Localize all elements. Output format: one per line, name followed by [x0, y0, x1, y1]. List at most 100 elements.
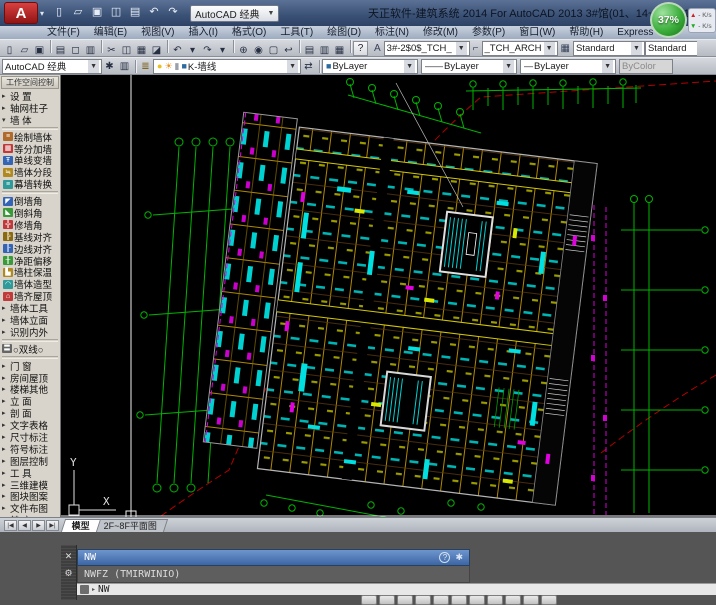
drawing-canvas[interactable]: Y X: [61, 75, 716, 517]
sidebar-item[interactable]: 〓 〓 ○双线○: [0, 343, 60, 355]
toolbar-button[interactable]: ▱: [17, 43, 32, 58]
quick-access-button[interactable]: ▤: [126, 4, 144, 22]
layer-combo[interactable]: ● ☀ ▮ ■ K-墙线 ▼: [153, 59, 301, 74]
menu-item[interactable]: 标注(N): [368, 26, 416, 39]
color-combo[interactable]: ■ ByLayer ▼: [322, 59, 418, 74]
screen-menu-caption: 工作空间控制: [1, 76, 59, 89]
lineweight-combo[interactable]: — ByLayer ▼: [520, 59, 616, 74]
sidebar-item[interactable]: ▸ ▸ 识别内外: [0, 326, 60, 338]
tab-nav-button[interactable]: ◀: [18, 520, 31, 531]
toolbar-button[interactable]: ▾: [185, 43, 200, 58]
chevron-down-icon: ▼: [456, 42, 467, 55]
status-toggle-button[interactable]: [487, 595, 503, 605]
tab-nav-button[interactable]: ▶|: [46, 520, 59, 531]
customize-icon[interactable]: ⚙: [61, 568, 76, 579]
toolbar-button[interactable]: ▥: [317, 43, 332, 58]
menu-item[interactable]: 文件(F): [40, 26, 87, 39]
logo-caret-icon[interactable]: ▾: [40, 9, 44, 18]
toolbar-button[interactable]: ↶: [170, 43, 185, 58]
status-toggle-button[interactable]: [433, 595, 449, 605]
toolbar-button[interactable]: ↩: [281, 43, 296, 58]
status-toggle-button[interactable]: [415, 595, 431, 605]
mleader-style-combo[interactable]: Standard: [645, 41, 697, 56]
quick-access-button[interactable]: ◫: [107, 4, 125, 22]
tab-nav-button[interactable]: ▶: [32, 520, 45, 531]
toolbar-button[interactable]: ✂: [104, 43, 119, 58]
toolbar-button[interactable]: ▤: [53, 43, 68, 58]
toolbar-button[interactable]: ▣: [32, 43, 47, 58]
toolbar-button[interactable]: ⊕: [236, 43, 251, 58]
layout-tab[interactable]: 模型: [61, 519, 101, 532]
toolbar-button[interactable]: ◻: [68, 43, 83, 58]
autocomplete-selected-row[interactable]: NW ? ✱: [77, 549, 470, 566]
command-input-value[interactable]: NW: [98, 584, 109, 595]
menu-item[interactable]: 工具(T): [273, 26, 320, 39]
table-style-combo[interactable]: Standard ▼: [573, 41, 645, 56]
menu-item[interactable]: 视图(V): [134, 26, 181, 39]
menu-item[interactable]: 格式(O): [225, 26, 273, 39]
dim-style-combo[interactable]: _TCH_ARCH ▼: [482, 41, 558, 56]
quick-access-button[interactable]: ▣: [88, 4, 106, 22]
settings-gear-icon[interactable]: ✱: [455, 552, 463, 563]
speed-ball-widget[interactable]: ▲ - K/s ▼ - K/s 37%: [648, 1, 716, 39]
layer-sync-button[interactable]: ⇄: [301, 59, 316, 74]
layer-thaw-icon[interactable]: ☀: [164, 61, 172, 72]
toolbar-button[interactable]: ▢: [266, 43, 281, 58]
toolbar-button[interactable]: ◉: [251, 43, 266, 58]
sidebar-item[interactable]: ≡ ≡ 幕墙转换: [0, 178, 60, 190]
expand-arrow-icon: ▸: [2, 421, 10, 429]
workspace-settings-button[interactable]: ✱: [102, 59, 117, 74]
workspace-panel-button[interactable]: ▥: [117, 59, 132, 74]
expand-arrow-icon: ▸: [2, 316, 10, 324]
status-toggle-button[interactable]: [541, 595, 557, 605]
status-toggle-button[interactable]: [469, 595, 485, 605]
quick-access-button[interactable]: ▱: [69, 4, 87, 22]
quick-access-button[interactable]: ▯: [50, 4, 68, 22]
tab-nav-button[interactable]: |◀: [4, 520, 17, 531]
toolbar-button-icon: ▣: [35, 45, 44, 56]
command-input-line[interactable]: ▸ NW: [77, 583, 716, 595]
layer-manager-button[interactable]: ≣: [138, 59, 153, 74]
menu-item[interactable]: 参数(P): [465, 26, 512, 39]
menu-item[interactable]: 编辑(E): [87, 26, 134, 39]
autocad-logo[interactable]: A: [4, 2, 38, 24]
sidebar-item[interactable]: ▾ ▾ 墙 体: [0, 114, 60, 126]
menu-item[interactable]: 插入(I): [181, 26, 224, 39]
toolbar-button[interactable]: ▯: [2, 43, 17, 58]
toolbar-button[interactable]: ↷: [200, 43, 215, 58]
menu-item[interactable]: 帮助(H): [562, 26, 610, 39]
text-style-combo[interactable]: 3#-2$0$_TCH_ ▼: [384, 41, 470, 56]
toolbar-button[interactable]: ◪: [149, 43, 164, 58]
toolbar-button[interactable]: ◫: [119, 43, 134, 58]
close-icon[interactable]: ✕: [61, 551, 76, 562]
memory-percent-ball[interactable]: 37%: [650, 2, 687, 38]
toolbar-button[interactable]: ▦: [134, 43, 149, 58]
layer-on-icon[interactable]: ●: [157, 61, 162, 71]
toolbar-button[interactable]: ▥: [83, 43, 98, 58]
command-palette-grip[interactable]: ✕ ⚙: [61, 545, 77, 600]
linetype-combo[interactable]: —— ByLayer ▼: [421, 59, 517, 74]
quick-access-button[interactable]: ↷: [164, 4, 182, 22]
menu-item[interactable]: 绘图(D): [320, 26, 368, 39]
layout-tab[interactable]: 2F~8F平面图: [93, 519, 168, 532]
status-toggle-button[interactable]: [361, 595, 377, 605]
workspace-switcher[interactable]: AutoCAD 经典 ▼: [190, 5, 279, 22]
toolbar-button[interactable]: ▤: [302, 43, 317, 58]
status-toggle-button[interactable]: [379, 595, 395, 605]
autocomplete-suggestion-row[interactable]: NWFZ (TMIRWINIO): [77, 566, 470, 583]
workspace-combo[interactable]: AutoCAD 经典 ▼: [2, 59, 102, 74]
status-toggle-button[interactable]: [523, 595, 539, 605]
menu-item[interactable]: 修改(M): [416, 26, 465, 39]
help-icon[interactable]: ?: [439, 552, 450, 563]
layer-lock-icon[interactable]: ▮: [175, 61, 180, 72]
command-icon: ◠: [3, 280, 13, 289]
help-button[interactable]: ?: [353, 41, 368, 56]
toolbar-button[interactable]: ▾: [215, 43, 230, 58]
status-toggle-button[interactable]: [397, 595, 413, 605]
menu-item[interactable]: 窗口(W): [512, 26, 562, 39]
toolbar-button[interactable]: ▦: [332, 43, 347, 58]
quick-access-button[interactable]: ↶: [145, 4, 163, 22]
status-toggle-button[interactable]: [505, 595, 521, 605]
command-options-icon[interactable]: [80, 585, 89, 594]
status-toggle-button[interactable]: [451, 595, 467, 605]
